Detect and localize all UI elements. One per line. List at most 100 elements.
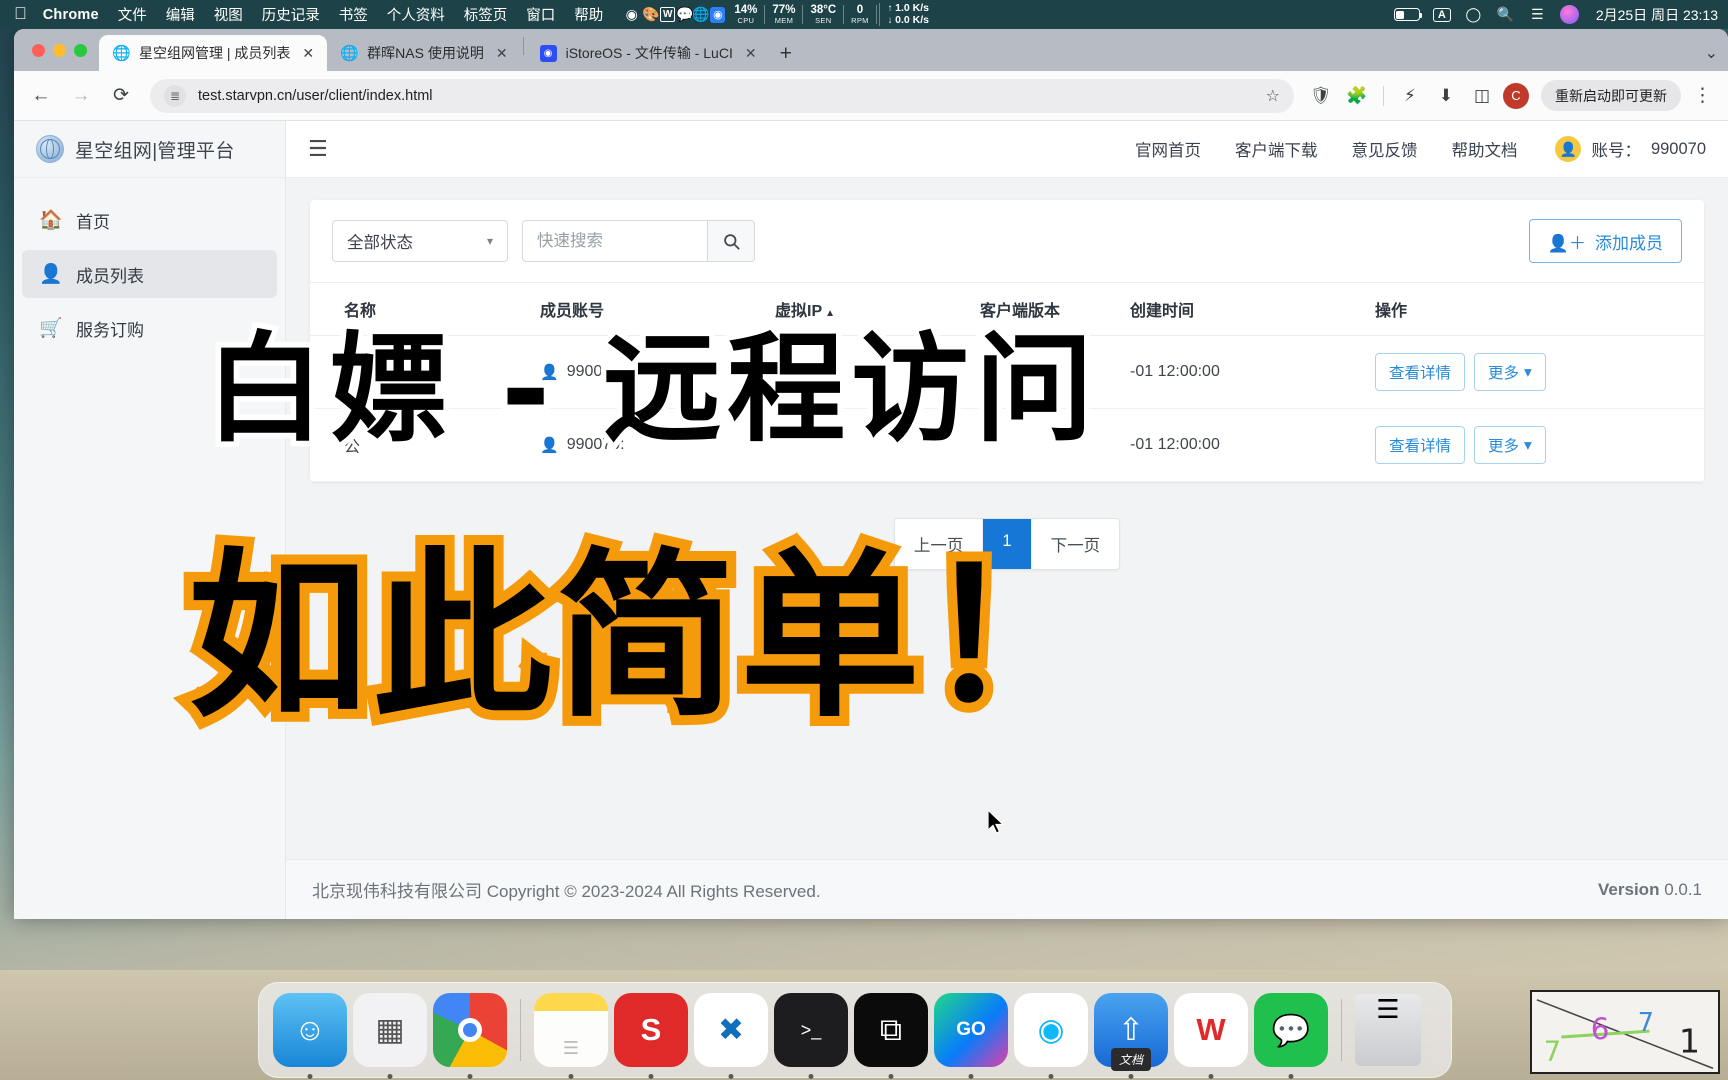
trash-icon[interactable]: ☰	[1355, 994, 1421, 1066]
user-avatar-icon: 👤	[1555, 136, 1582, 162]
profile-avatar[interactable]: C	[1503, 82, 1529, 109]
table-row[interactable]: 公 👤 990070: -01 12:00:00 查看详情 更多 ▾	[310, 408, 1704, 482]
chrome-icon[interactable]	[433, 993, 507, 1079]
palette-icon[interactable]: 🎨	[641, 5, 660, 24]
menu-item-edit[interactable]: 编辑	[166, 4, 195, 25]
menu-item-tabs[interactable]: 标签页	[464, 4, 508, 25]
minimize-window-button[interactable]	[53, 43, 66, 57]
screenshot-preview-thumbnail[interactable]: 6 7 1 7	[1530, 990, 1720, 1074]
more-actions-button[interactable]: 更多 ▾	[1474, 353, 1546, 391]
sublime-icon[interactable]: S	[614, 993, 688, 1079]
siri-icon[interactable]	[1559, 5, 1579, 24]
macos-dock: ☺ ▦ ☰ S ✖ >_ ⧉ GO ◉ ⇧ 文档 W 💬 ☰	[258, 982, 1452, 1079]
menu-item-help[interactable]: 帮助	[574, 4, 603, 25]
update-button[interactable]: 重新启动即可更新	[1541, 80, 1681, 111]
input-source-icon[interactable]: A	[1432, 7, 1451, 22]
menu-item-bookmarks[interactable]: 书签	[339, 4, 368, 25]
menu-item-view[interactable]: 视图	[214, 4, 243, 25]
browser-tab-1[interactable]: 🌐 星空组网管理 | 成员列表 ✕	[99, 35, 328, 71]
close-tab-1-icon[interactable]: ✕	[299, 45, 317, 62]
page-settings-icon[interactable]: ≣	[164, 84, 186, 107]
search-input[interactable]	[522, 220, 707, 262]
topnav-help-docs[interactable]: 帮助文档	[1451, 137, 1517, 161]
view-details-button[interactable]: 查看详情	[1375, 353, 1466, 391]
shield-extension-icon[interactable]: 🛡	[1306, 81, 1336, 111]
sidebar-toggle-hamburger-icon[interactable]: ☰	[308, 136, 328, 162]
column-header-created-at[interactable]: 创建时间	[1120, 282, 1365, 336]
app-content: ☰ 官网首页 客户端下载 意见反馈 帮助文档 👤 账号： 990070 全部状态…	[286, 121, 1728, 919]
menu-item-window[interactable]: 窗口	[526, 4, 555, 25]
view-details-button[interactable]: 查看详情	[1375, 426, 1466, 464]
browser-tab-3[interactable]: ◉ iStoreOS - 文件传输 - LuCI ✕	[526, 35, 770, 71]
menu-item-profiles[interactable]: 个人资料	[387, 4, 445, 25]
column-header-account[interactable]: 成员账号	[530, 282, 765, 336]
address-bar[interactable]: ≣ test.starvpn.cn/user/client/index.html…	[150, 78, 1294, 113]
forward-button[interactable]: →	[64, 79, 98, 113]
record-icon[interactable]: ◉	[622, 5, 641, 24]
wifi-icon[interactable]: ◯	[1464, 5, 1483, 24]
globe-icon[interactable]: 🌐	[691, 5, 710, 24]
tab-divider	[522, 36, 524, 55]
account-display[interactable]: 👤 账号： 990070	[1555, 136, 1706, 162]
status-filter-select[interactable]: 全部状态 ▾	[332, 220, 508, 262]
close-window-button[interactable]	[32, 43, 45, 57]
back-button[interactable]: ←	[24, 79, 58, 113]
search-button[interactable]	[707, 220, 755, 262]
wechat-icon[interactable]: 💬	[1254, 993, 1328, 1079]
terminal-icon[interactable]: >_	[774, 993, 848, 1079]
topnav-client-download[interactable]: 客户端下载	[1235, 137, 1318, 161]
app-blue-icon[interactable]: ◉	[710, 6, 726, 23]
menu-item-file[interactable]: 文件	[118, 4, 147, 25]
members-card: 全部状态 ▾ 快速搜索 👤＋ 添加成员 名称 成员账号 虚拟IP ▲ 客户端版本…	[310, 200, 1704, 482]
spotlight-search-icon[interactable]: 🔍	[1496, 5, 1515, 24]
performance-icon[interactable]: ⚡	[1395, 81, 1425, 111]
download-icon[interactable]: ⬇	[1431, 81, 1461, 111]
sidebar-item-service-order[interactable]: 🛒 服务订购	[22, 304, 277, 352]
control-center-icon[interactable]: ☰	[1528, 5, 1547, 24]
close-tab-2-icon[interactable]: ✕	[493, 45, 511, 62]
side-panel-icon[interactable]: ◫	[1467, 81, 1497, 111]
browser-tab-2[interactable]: 🌐 群晖NAS 使用说明 ✕	[327, 35, 520, 71]
tab-search-chevron-down-icon[interactable]: ⌄	[1705, 43, 1718, 63]
sidebar-item-members[interactable]: 👤 成员列表	[22, 250, 277, 298]
notes-icon[interactable]: ☰	[534, 993, 608, 1079]
menubar-clock[interactable]: 2月25日 周日 23:13	[1596, 5, 1718, 25]
vscode-icon[interactable]: ✖	[694, 993, 768, 1079]
bookmark-star-icon[interactable]: ☆	[1266, 86, 1280, 106]
sidebar-item-home[interactable]: 🏠 首页	[22, 196, 277, 244]
next-page-button[interactable]: 下一页	[1032, 519, 1119, 569]
chrome-tabstrip: 🌐 星空组网管理 | 成员列表 ✕ 🌐 群晖NAS 使用说明 ✕ ◉ iStor…	[14, 29, 1728, 71]
goland-icon[interactable]: GO	[934, 993, 1008, 1079]
topnav-feedback[interactable]: 意见反馈	[1351, 137, 1417, 161]
hourglass-icon[interactable]: ⧉	[854, 993, 928, 1079]
maximize-window-button[interactable]	[74, 43, 87, 57]
documents-icon[interactable]: ⇧ 文档	[1094, 993, 1168, 1079]
window-traffic-lights	[26, 29, 99, 71]
add-member-button[interactable]: 👤＋ 添加成员	[1528, 219, 1682, 263]
table-row[interactable]: 👤 990070:1 -01 12:00:00 查看详情 更多 ▾	[310, 335, 1704, 409]
prev-page-button[interactable]: 上一页	[895, 519, 984, 569]
wps-icon[interactable]: W	[660, 7, 676, 22]
account-label: 账号：	[1591, 142, 1641, 160]
column-header-name[interactable]: 名称	[310, 282, 530, 336]
menu-app-name[interactable]: Chrome	[43, 7, 99, 23]
new-tab-button[interactable]: +	[770, 43, 802, 71]
menu-item-history[interactable]: 历史记录	[262, 4, 320, 25]
finder-icon[interactable]: ☺	[273, 993, 347, 1079]
launchpad-icon[interactable]: ▦	[353, 993, 427, 1079]
topnav-official-site[interactable]: 官网首页	[1135, 137, 1201, 161]
puzzle-extension-icon[interactable]: 🧩	[1342, 81, 1372, 111]
stat-cpu-label: CPU	[724, 15, 754, 25]
page-number-1[interactable]: 1	[983, 519, 1032, 569]
close-tab-3-icon[interactable]: ✕	[742, 45, 760, 62]
column-header-client-version[interactable]: 客户端版本	[970, 282, 1120, 336]
wps-icon[interactable]: W	[1174, 993, 1248, 1079]
apple-logo-icon[interactable]: 	[14, 5, 27, 22]
column-header-virtual-ip[interactable]: 虚拟IP ▲	[765, 282, 970, 336]
more-actions-button[interactable]: 更多 ▾	[1474, 426, 1546, 464]
footer-copyright: 北京现伟科技有限公司 Copyright © 2023-2024 All Rig…	[312, 882, 821, 901]
chrome-menu-kebab-icon[interactable]: ⋮	[1687, 84, 1718, 107]
qq-icon[interactable]: ◉	[1014, 993, 1088, 1079]
reload-button[interactable]: ⟳	[104, 79, 138, 113]
battery-icon[interactable]	[1393, 8, 1423, 21]
